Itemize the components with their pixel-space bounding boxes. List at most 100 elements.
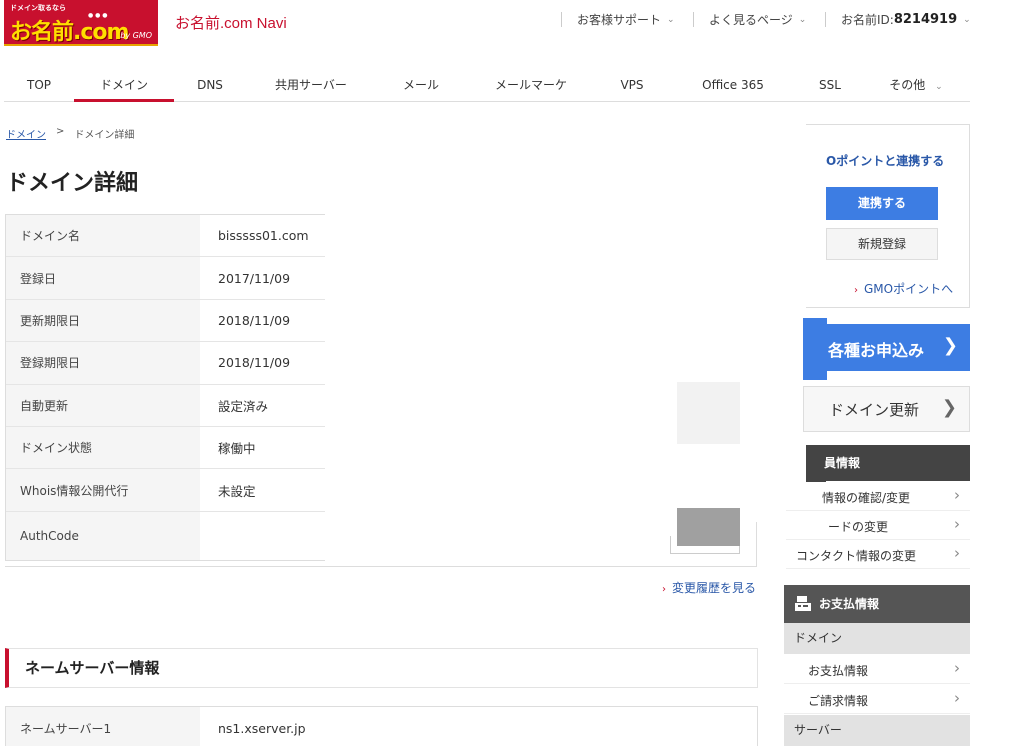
change-history-label: 変更履歴を見る bbox=[672, 581, 757, 595]
chevron-right-icon: › bbox=[954, 659, 960, 677]
row-label: Whois情報公開代行 bbox=[6, 469, 200, 511]
nav-other-label: その他 bbox=[889, 78, 926, 92]
row-value: bisssss01.com bbox=[218, 228, 309, 244]
table-row: Whois情報公開代行 未設定 bbox=[6, 469, 325, 512]
support-menu[interactable]: お客様サポート ⌄ bbox=[577, 11, 675, 28]
nav-dns[interactable]: DNS bbox=[174, 70, 246, 102]
chevron-right-icon: › bbox=[954, 689, 960, 707]
chevron-down-icon: ⌄ bbox=[667, 14, 675, 25]
payment-info-header: お支払情報 bbox=[784, 585, 970, 623]
table-row: 自動更新 設定済み bbox=[6, 384, 325, 427]
table-row: ドメイン状態 稼働中 bbox=[6, 426, 325, 470]
row-label: 登録期限日 bbox=[6, 342, 200, 384]
list-item[interactable]: 情報の確認/変更 › bbox=[786, 482, 970, 511]
chevron-down-icon: ⌄ bbox=[935, 82, 943, 92]
table-row: 登録日 2017/11/09 bbox=[6, 257, 325, 300]
nameserver-section-title: ネームサーバー情報 bbox=[5, 648, 758, 688]
divider bbox=[693, 12, 694, 27]
breadcrumb-domain-link[interactable]: ドメイン bbox=[6, 126, 46, 141]
row-label: ネームサーバー1 bbox=[6, 707, 200, 746]
member-id-value: 8214919 bbox=[893, 12, 958, 27]
row-value: 2018/11/09 bbox=[218, 312, 291, 328]
breadcrumb-current: ドメイン詳細 bbox=[74, 130, 135, 141]
site-logo[interactable]: ドメイン取るなら ● ● ● お名前.com by GMO bbox=[4, 0, 158, 46]
chevron-right-icon: › bbox=[954, 544, 960, 562]
chevron-right-icon: › bbox=[854, 285, 858, 296]
list-item-label: ードの変更 bbox=[828, 520, 889, 534]
row-label: 更新期限日 bbox=[6, 299, 200, 342]
chevron-right-icon: › bbox=[954, 515, 960, 533]
payment-info-link[interactable]: お支払情報 › bbox=[784, 655, 970, 684]
row-value: 2017/11/09 bbox=[218, 270, 291, 286]
apply-button[interactable]: 各種お申込み ❯ bbox=[803, 324, 970, 371]
list-item[interactable]: ードの変更 › bbox=[786, 511, 970, 540]
logo-text: お名前.com bbox=[10, 20, 129, 45]
divider bbox=[825, 12, 826, 27]
domain-detail-table: ドメイン名 bisssss01.com 登録日 2017/11/09 更新期限日… bbox=[5, 214, 325, 561]
nav-top[interactable]: TOP bbox=[4, 70, 74, 102]
chevron-down-icon: ⌄ bbox=[798, 14, 807, 25]
breadcrumb: ドメイン > ドメイン詳細 bbox=[6, 126, 134, 141]
row-value bbox=[200, 512, 325, 560]
nameserver-table: ネームサーバー1 ns1.xserver.jp bbox=[5, 706, 758, 746]
list-item-label: お支払情報 bbox=[808, 664, 869, 678]
divider bbox=[756, 522, 757, 567]
renew-button-label: ドメイン更新 bbox=[829, 401, 920, 419]
chevron-right-icon: › bbox=[954, 486, 960, 504]
row-label: 自動更新 bbox=[6, 384, 200, 426]
payment-group-server: サーバー bbox=[784, 715, 970, 746]
page-title: ドメイン詳細 bbox=[6, 171, 139, 196]
main-nav: TOP ドメイン DNS 共用サーバー メール メールマーケ VPS Offic… bbox=[4, 70, 970, 102]
row-label: AuthCode bbox=[6, 511, 200, 560]
member-id-menu[interactable]: お名前ID: 8214919 ⌄ bbox=[841, 11, 971, 28]
nav-mail[interactable]: メール bbox=[376, 70, 466, 102]
gmo-points-link-label: GMOポイントへ bbox=[864, 282, 954, 296]
list-item-label: 情報の確認/変更 bbox=[822, 491, 911, 505]
row-value: ns1.xserver.jp bbox=[218, 721, 306, 736]
register-button[interactable]: 新規登録 bbox=[826, 228, 938, 260]
member-id-label: お名前ID: bbox=[841, 13, 894, 27]
row-value: 稼働中 bbox=[218, 441, 256, 457]
apply-button-label: 各種お申込み bbox=[828, 341, 925, 360]
renew-domain-button[interactable]: ドメイン更新 ❯ bbox=[803, 386, 970, 432]
member-info-header: 員情報 bbox=[806, 445, 970, 481]
row-value: 設定済み bbox=[218, 398, 269, 414]
nav-shared-server[interactable]: 共用サーバー bbox=[246, 70, 376, 102]
nav-vps[interactable]: VPS bbox=[596, 70, 668, 102]
gmo-points-link[interactable]: › GMOポイントへ bbox=[854, 280, 953, 297]
payment-info-title: お支払情報 bbox=[819, 597, 880, 611]
logo-sub: by GMO bbox=[120, 31, 152, 40]
redacted-block bbox=[677, 382, 740, 444]
gmo-points-panel: Oポイントと連携する 連携する 新規登録 › GMOポイントへ bbox=[806, 124, 970, 308]
nav-domain[interactable]: ドメイン bbox=[74, 70, 174, 102]
nav-office365[interactable]: Office 365 bbox=[668, 70, 798, 102]
table-row: 登録期限日 2018/11/09 bbox=[6, 342, 325, 385]
breadcrumb-separator: > bbox=[56, 126, 65, 137]
frequent-pages-menu[interactable]: よく見るページ ⌄ bbox=[709, 11, 806, 28]
change-history-link[interactable]: › 変更履歴を見る bbox=[662, 579, 756, 596]
redacted-block bbox=[677, 508, 740, 546]
frequent-pages-label: よく見るページ bbox=[709, 13, 793, 27]
app-title[interactable]: お名前.com Navi bbox=[175, 12, 287, 33]
billing-info-link[interactable]: ご請求情報 › bbox=[784, 685, 970, 714]
logo-tagline: ドメイン取るなら bbox=[10, 4, 66, 12]
nav-mail-marketing[interactable]: メールマーケ bbox=[466, 70, 596, 102]
row-value: 未設定 bbox=[218, 483, 256, 499]
nav-other[interactable]: その他 ⌄ bbox=[862, 70, 970, 102]
payment-register-icon bbox=[795, 596, 811, 611]
row-value: 2018/11/09 bbox=[218, 355, 291, 371]
row-label: ドメイン状態 bbox=[6, 426, 200, 469]
support-label: お客様サポート bbox=[577, 13, 662, 27]
link-account-button[interactable]: 連携する bbox=[826, 187, 938, 220]
list-item-label: ご請求情報 bbox=[808, 694, 869, 708]
list-item[interactable]: コンタクト情報の変更 › bbox=[786, 540, 970, 569]
table-row: AuthCode bbox=[6, 511, 325, 560]
chevron-down-icon: ⌄ bbox=[963, 14, 971, 25]
divider bbox=[5, 566, 757, 567]
nav-ssl[interactable]: SSL bbox=[798, 70, 862, 102]
payment-group-domain: ドメイン bbox=[784, 623, 970, 654]
table-row: ドメイン名 bisssss01.com bbox=[6, 215, 325, 258]
gmo-points-title: Oポイントと連携する bbox=[826, 154, 945, 168]
table-row: 更新期限日 2018/11/09 bbox=[6, 299, 325, 343]
member-info-list: 情報の確認/変更 › ードの変更 › コンタクト情報の変更 › bbox=[786, 482, 970, 569]
